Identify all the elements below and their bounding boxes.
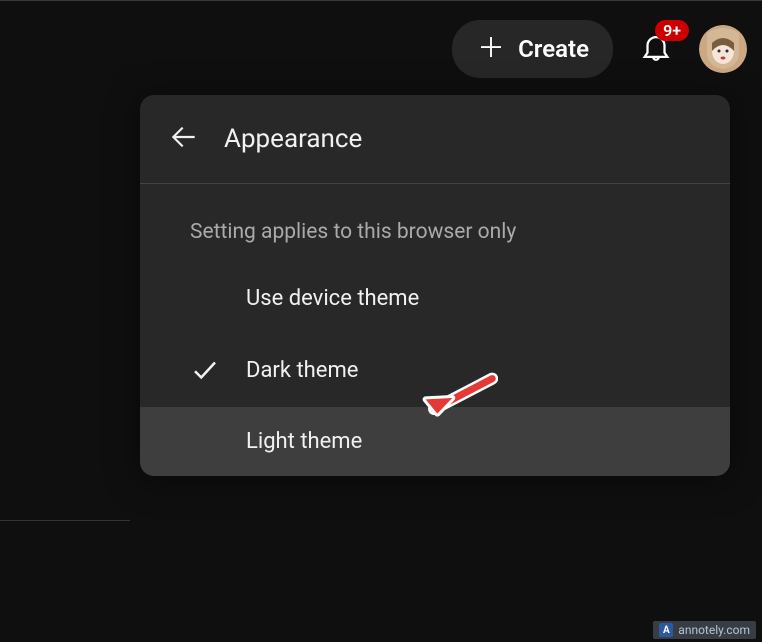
theme-label: Dark theme	[246, 358, 358, 383]
plus-icon	[476, 32, 506, 66]
avatar-image	[699, 25, 747, 73]
divider-left	[0, 520, 130, 521]
check-icon	[190, 355, 246, 385]
theme-option-device[interactable]: Use device theme	[140, 264, 730, 333]
watermark-text: annotely.com	[678, 623, 750, 637]
appearance-menu: Appearance Setting applies to this brows…	[140, 95, 730, 476]
bell-icon	[639, 49, 673, 68]
menu-header: Appearance	[140, 95, 730, 184]
watermark-logo: A	[659, 623, 673, 637]
theme-label: Light theme	[246, 429, 362, 454]
menu-title: Appearance	[224, 124, 362, 154]
theme-option-light[interactable]: Light theme	[140, 407, 730, 476]
theme-option-dark[interactable]: Dark theme	[140, 333, 730, 407]
menu-hint: Setting applies to this browser only	[140, 184, 730, 264]
header-bar: Create 9+	[452, 20, 747, 78]
avatar[interactable]	[699, 25, 747, 73]
create-label: Create	[518, 35, 589, 63]
watermark: A annotely.com	[653, 621, 756, 639]
theme-label: Use device theme	[246, 286, 419, 311]
back-icon[interactable]	[168, 121, 200, 157]
top-border	[0, 0, 762, 1]
create-button[interactable]: Create	[452, 20, 613, 78]
notifications-button[interactable]: 9+	[633, 24, 679, 74]
notification-badge: 9+	[655, 20, 689, 41]
